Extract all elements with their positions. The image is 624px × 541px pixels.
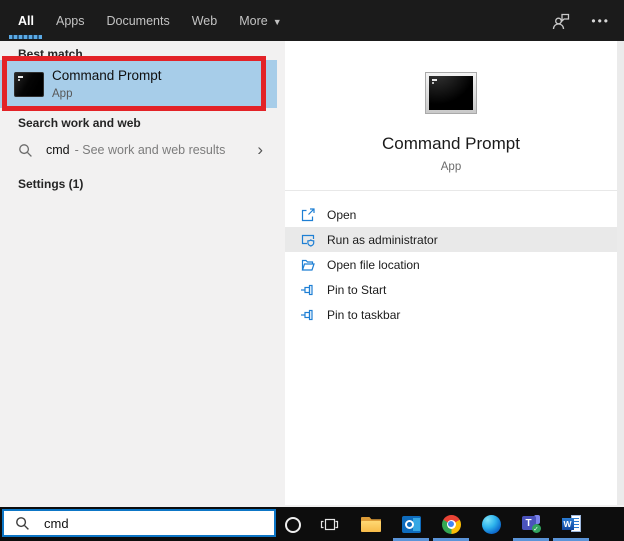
search-filter-bar: All Apps Documents Web More ▼ ••• bbox=[0, 0, 624, 41]
teams-icon[interactable]: T ✓ bbox=[511, 507, 551, 541]
task-view-icon[interactable] bbox=[320, 515, 339, 534]
action-label: Open file location bbox=[327, 257, 420, 272]
search-hint-text: - See work and web results bbox=[74, 143, 226, 157]
taskbar-search-box[interactable] bbox=[2, 509, 276, 537]
tab-documents[interactable]: Documents bbox=[106, 14, 169, 28]
taskbar: T✓ W bbox=[0, 507, 624, 541]
preview-title: Command Prompt bbox=[382, 134, 520, 153]
search-icon bbox=[18, 143, 33, 158]
search-web-result-row[interactable]: cmd - See work and web results › bbox=[0, 137, 277, 163]
action-label: Pin to taskbar bbox=[327, 307, 401, 322]
search-query-text: cmd bbox=[46, 143, 70, 157]
active-tab-underline bbox=[9, 35, 42, 39]
cortana-icon[interactable] bbox=[285, 517, 301, 533]
settings-header: Settings (1) bbox=[18, 177, 84, 191]
action-open-file-location[interactable]: Open file location bbox=[285, 252, 617, 277]
chevron-right-icon: › bbox=[257, 140, 263, 159]
tab-web[interactable]: Web bbox=[192, 14, 217, 28]
pin-icon bbox=[300, 282, 316, 298]
taskbar-search-input[interactable] bbox=[42, 514, 246, 532]
action-open[interactable]: Open bbox=[285, 202, 617, 227]
outlook-icon[interactable] bbox=[391, 507, 431, 541]
tab-all[interactable]: All bbox=[18, 14, 34, 28]
chrome-icon[interactable] bbox=[431, 507, 471, 541]
tab-more-label: More bbox=[239, 13, 268, 28]
command-prompt-icon bbox=[14, 72, 44, 97]
preview-subtitle: App bbox=[440, 161, 462, 173]
divider bbox=[285, 190, 617, 191]
run-as-administrator-icon bbox=[300, 232, 316, 248]
action-label: Open bbox=[327, 207, 357, 222]
search-work-web-header: Search work and web bbox=[18, 116, 141, 130]
best-match-result-command-prompt[interactable]: Command Prompt App bbox=[0, 60, 277, 108]
filter-tabs: All Apps Documents Web More ▼ bbox=[18, 0, 282, 41]
command-prompt-large-icon bbox=[425, 72, 477, 114]
action-pin-to-start[interactable]: Pin to Start bbox=[285, 277, 617, 302]
best-match-subtitle: App bbox=[52, 87, 73, 100]
open-icon bbox=[300, 207, 316, 223]
pin-icon bbox=[300, 307, 316, 323]
action-label: Pin to Start bbox=[327, 282, 387, 297]
chevron-down-icon: ▼ bbox=[272, 16, 282, 27]
tab-apps[interactable]: Apps bbox=[56, 14, 85, 28]
file-explorer-icon[interactable] bbox=[351, 507, 391, 541]
search-results-panel: Best match Command Prompt App Search wor… bbox=[0, 41, 283, 507]
action-label: Run as administrator bbox=[327, 232, 438, 247]
taskbar-app-icons: T ✓ W bbox=[351, 507, 591, 541]
action-run-as-administrator[interactable]: Run as administrator bbox=[285, 227, 617, 252]
best-match-header: Best match bbox=[18, 47, 83, 61]
search-icon bbox=[15, 516, 30, 531]
more-options-icon[interactable]: ••• bbox=[591, 15, 610, 27]
feedback-user-icon[interactable] bbox=[551, 11, 571, 31]
action-pin-to-taskbar[interactable]: Pin to taskbar bbox=[285, 302, 617, 327]
action-list: Open Run as administrator Open file loca… bbox=[285, 202, 617, 327]
windows-search-screen: All Apps Documents Web More ▼ ••• Best ma… bbox=[0, 0, 624, 541]
tab-more[interactable]: More ▼ bbox=[239, 14, 281, 28]
edge-icon[interactable] bbox=[471, 507, 511, 541]
open-file-location-icon bbox=[300, 257, 316, 273]
preview-panel: Command Prompt App Open Run as administr… bbox=[285, 41, 617, 505]
panel-edge-strip bbox=[617, 41, 624, 505]
best-match-title: Command Prompt bbox=[52, 68, 162, 83]
word-icon[interactable]: W bbox=[551, 507, 591, 541]
